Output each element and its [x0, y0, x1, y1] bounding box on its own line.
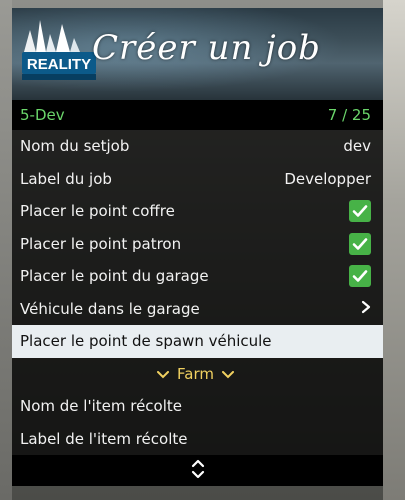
menu-banner: REALITY Créer un job — [12, 8, 383, 100]
item-label: Label du job — [20, 169, 112, 188]
menu-item-job-label[interactable]: Label du job Developper — [12, 163, 383, 196]
checkmark-icon — [352, 237, 368, 250]
checkmark-icon — [352, 270, 368, 283]
menu-items: Nom du setjob dev Label du job Developpe… — [12, 130, 383, 455]
chevron-down-icon — [157, 365, 170, 383]
menu-footer — [12, 455, 383, 486]
menu-item-boss-point[interactable]: Placer le point patron — [12, 228, 383, 261]
item-value: dev — [343, 137, 371, 156]
menu-item-setjob-name[interactable]: Nom du setjob dev — [12, 130, 383, 163]
checkbox-checked-icon[interactable] — [349, 232, 371, 255]
item-counter: 7 / 25 — [327, 106, 371, 124]
chevron-right-icon — [361, 300, 371, 318]
background-right — [383, 0, 405, 500]
item-label: Placer le point de spawn véhicule — [20, 332, 272, 351]
scroll-up-down-icon[interactable] — [190, 457, 206, 485]
item-label: Placer le point du garage — [20, 267, 209, 286]
logo-text: REALITY — [27, 56, 91, 73]
item-label: Placer le point patron — [20, 234, 182, 253]
menu-item-harvest-item-label[interactable]: Label de l'item récolte — [12, 423, 383, 456]
menu-title: Créer un job — [92, 28, 321, 68]
menu-item-harvest-item-name[interactable]: Nom de l'item récolte — [12, 390, 383, 423]
item-label: Placer le point coffre — [20, 202, 175, 221]
menu-item-garage-point[interactable]: Placer le point du garage — [12, 260, 383, 293]
menu-item-garage-vehicle[interactable]: Véhicule dans le garage — [12, 293, 383, 326]
item-label: Véhicule dans le garage — [20, 299, 200, 318]
checkbox-checked-icon[interactable] — [349, 200, 371, 223]
background-left — [0, 0, 12, 500]
subheader-label: 5-Dev — [20, 106, 65, 124]
job-menu: REALITY Créer un job 5-Dev 7 / 25 Nom du… — [12, 8, 383, 490]
menu-separator-farm: Farm — [12, 358, 383, 391]
chevron-down-icon — [221, 365, 234, 383]
item-label: Label de l'item récolte — [20, 429, 188, 448]
menu-subheader: 5-Dev 7 / 25 — [12, 100, 383, 130]
checkmark-icon — [352, 205, 368, 218]
item-label: Nom de l'item récolte — [20, 397, 183, 416]
item-label: Nom du setjob — [20, 137, 130, 156]
menu-item-chest-point[interactable]: Placer le point coffre — [12, 195, 383, 228]
item-value: Developper — [284, 169, 371, 188]
separator-label: Farm — [177, 364, 214, 383]
menu-item-vehicle-spawn-point[interactable]: Placer le point de spawn véhicule — [12, 325, 383, 358]
checkbox-checked-icon[interactable] — [349, 265, 371, 288]
